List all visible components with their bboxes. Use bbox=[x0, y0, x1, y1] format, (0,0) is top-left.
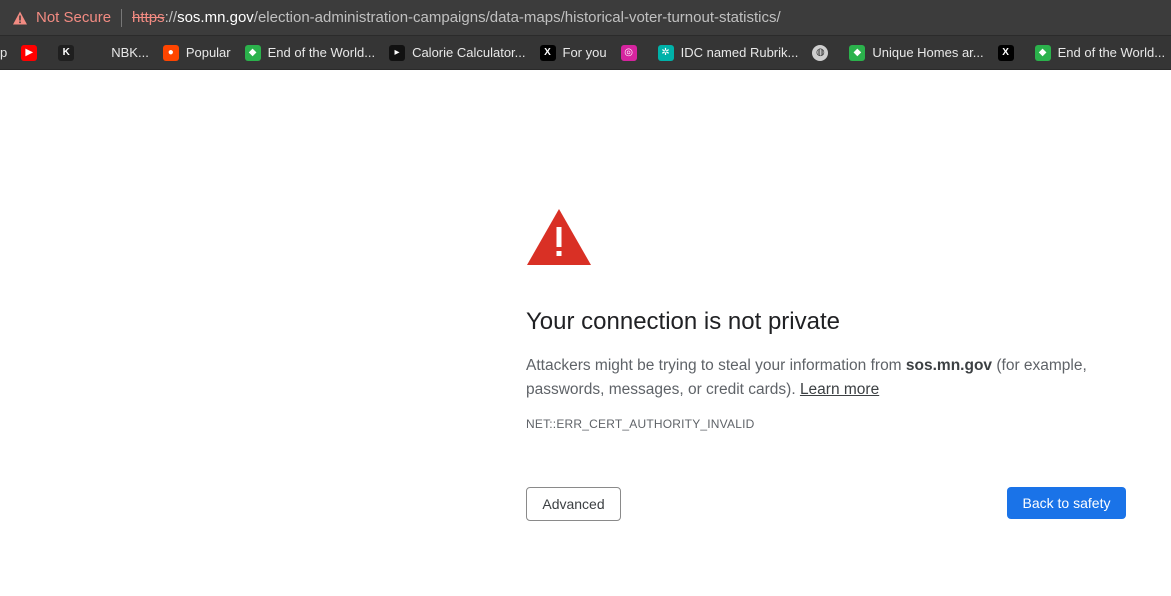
url-path: /election-administration-campaigns/data-… bbox=[253, 9, 781, 26]
url-host: sos.mn.gov bbox=[177, 9, 254, 26]
page-title: Your connection is not private bbox=[526, 308, 840, 335]
bookmark-item[interactable]: ◆ Unique Homes ar... bbox=[849, 44, 984, 61]
advanced-button[interactable]: Advanced bbox=[526, 487, 621, 521]
warning-triangle-icon bbox=[527, 209, 591, 265]
bookmark-label: End of the World... bbox=[1057, 45, 1166, 60]
error-code: NET::ERR_CERT_AUTHORITY_INVALID bbox=[526, 417, 755, 431]
bookmark-label: Unique Homes ar... bbox=[872, 45, 984, 60]
description-text: Attackers might be trying to steal your … bbox=[526, 357, 906, 374]
feedly-icon: ◆ bbox=[1034, 44, 1051, 61]
divider bbox=[121, 8, 123, 27]
bookmark-item[interactable]: X For you bbox=[539, 44, 607, 61]
bookmark-item[interactable]: K bbox=[58, 44, 81, 61]
bookmark-label: Calorie Calculator... bbox=[412, 45, 526, 60]
bookmark-item[interactable]: ✲ IDC named Rubrik... bbox=[657, 44, 799, 61]
warning-triangle-icon[interactable] bbox=[12, 10, 28, 26]
rubrik-icon: ✲ bbox=[657, 44, 674, 61]
k-logo-icon: K bbox=[58, 44, 75, 61]
bookmark-item[interactable]: ◆ End of the World... bbox=[244, 44, 376, 61]
bookmark-label: IDC named Rubrik... bbox=[680, 45, 799, 60]
bookmark-item[interactable]: ◍ bbox=[812, 44, 835, 61]
learn-more-link[interactable]: Learn more bbox=[800, 381, 879, 398]
feedly-icon: ◆ bbox=[244, 44, 261, 61]
globe-icon: ◍ bbox=[812, 44, 829, 61]
feedly-icon: ◆ bbox=[849, 44, 866, 61]
not-secure-label[interactable]: Not Secure bbox=[36, 9, 111, 26]
url-separator: :// bbox=[164, 9, 178, 26]
bookmark-item[interactable]: NBK... bbox=[111, 45, 149, 60]
bookmark-item[interactable]: ◎ bbox=[620, 44, 644, 61]
bookmark-item[interactable]: p bbox=[0, 45, 7, 60]
instagram-icon: ◎ bbox=[620, 44, 637, 61]
bookmark-item[interactable]: X bbox=[997, 44, 1021, 61]
x-icon: X bbox=[997, 44, 1014, 61]
play-icon: ▸ bbox=[389, 44, 406, 61]
bookmark-label: p bbox=[0, 45, 8, 60]
bookmark-item[interactable]: ◆ End of the World... bbox=[1034, 44, 1166, 61]
bookmark-label: End of the World... bbox=[267, 45, 376, 60]
bookmark-item[interactable]: ▶ bbox=[21, 44, 44, 61]
bookmark-label: For you bbox=[562, 45, 607, 60]
description-host: sos.mn.gov bbox=[905, 357, 993, 374]
youtube-icon: ▶ bbox=[21, 44, 38, 61]
bookmarks-bar: p ▶ K NBK... ● Popular ◆ End of the World... ▸ Ca… bbox=[0, 36, 1171, 70]
x-icon: X bbox=[539, 44, 556, 61]
url-text[interactable]: https://sos.mn.gov/election-administrati… bbox=[132, 9, 781, 26]
description: Attackers might be trying to steal your … bbox=[526, 354, 1106, 402]
address-bar[interactable]: Not Secure https://sos.mn.gov/election-a… bbox=[0, 0, 1171, 36]
interstitial-content: Your connection is not private Attackers… bbox=[526, 208, 1126, 431]
bookmark-label: Popular bbox=[185, 45, 231, 60]
back-to-safety-button[interactable]: Back to safety bbox=[1007, 487, 1126, 519]
bookmark-label: NBK... bbox=[111, 45, 149, 60]
bookmark-item[interactable]: ● Popular bbox=[162, 44, 231, 61]
url-scheme: https bbox=[132, 9, 165, 26]
reddit-icon: ● bbox=[162, 44, 179, 61]
bookmark-item[interactable]: ▸ Calorie Calculator... bbox=[389, 44, 526, 61]
